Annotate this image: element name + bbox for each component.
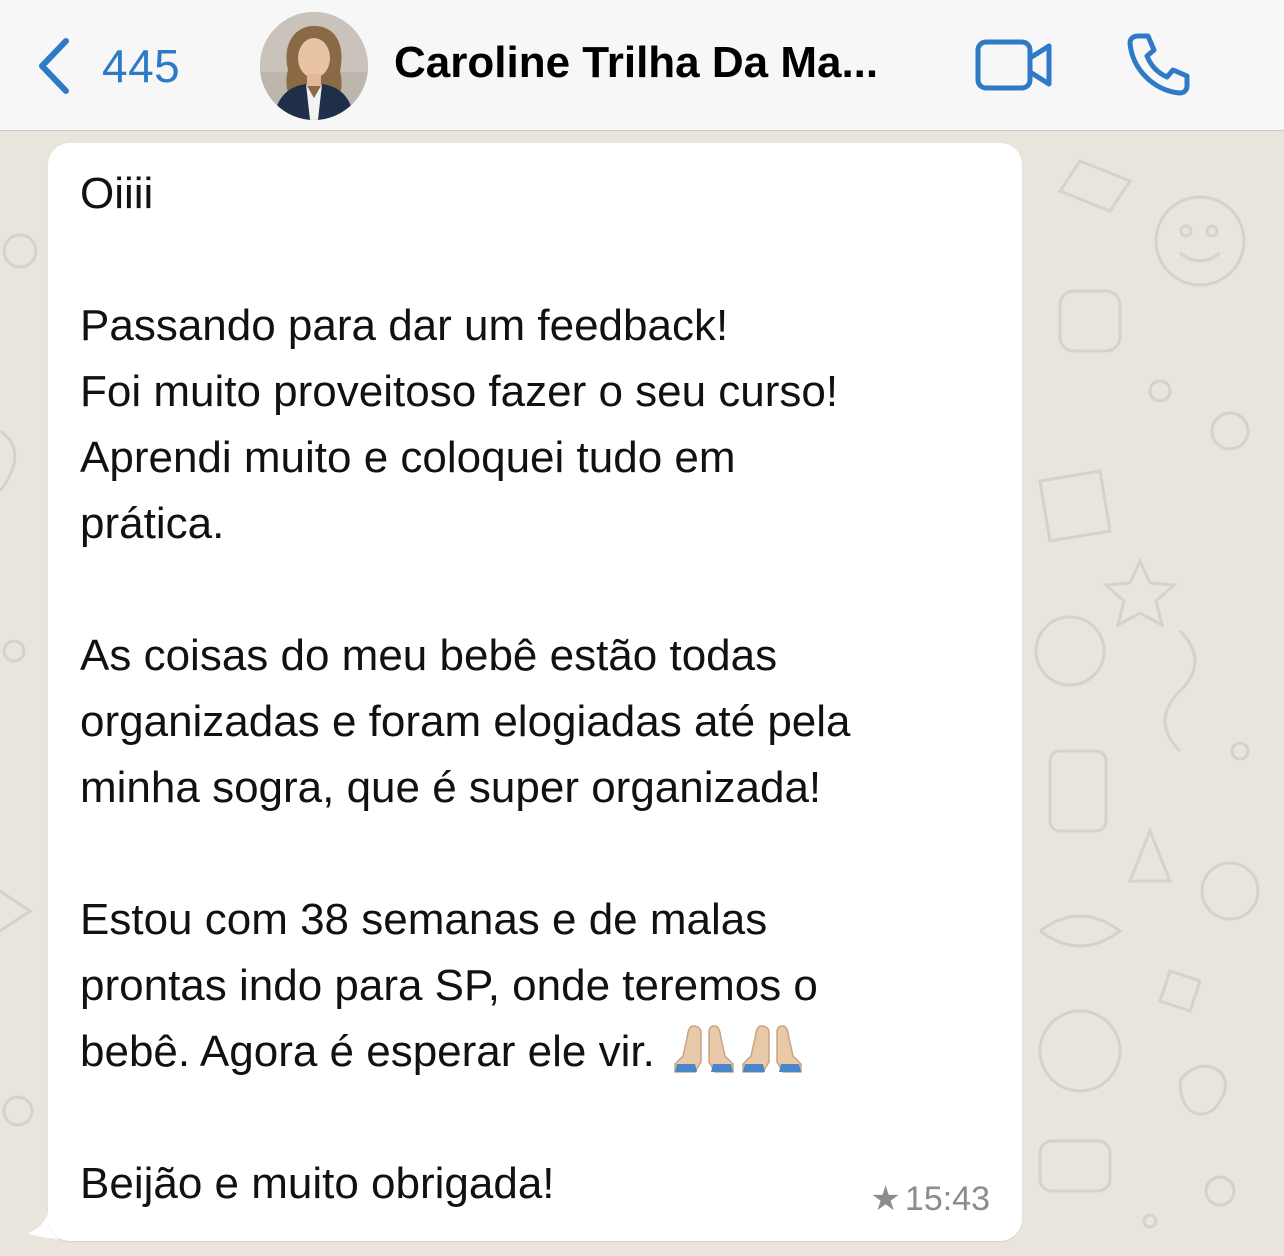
message-meta: ★ 15:43 <box>870 1179 990 1219</box>
message-block: As coisas do meu bebê estão todas organi… <box>80 631 851 812</box>
chevron-left-icon <box>36 35 72 97</box>
unread-count: 445 <box>102 40 181 92</box>
message-block: Beijão e muito obrigada! <box>80 1159 555 1208</box>
message-time: 15:43 <box>904 1179 990 1218</box>
message-block: Oiiii <box>80 169 154 218</box>
video-camera-icon <box>974 39 1054 98</box>
chat-header: 445 Caroline Trilha Da Ma... <box>0 0 1284 131</box>
back-button[interactable]: 445 <box>36 34 180 98</box>
contact-name[interactable]: Caroline Trilha Da Ma... <box>394 38 878 88</box>
video-call-button[interactable] <box>974 36 1054 99</box>
folded-hands-emoji <box>674 1025 734 1073</box>
star-icon: ★ <box>870 1180 901 1218</box>
chat-area[interactable]: Oiiii Passando para dar um feedback! Foi… <box>0 131 1284 1256</box>
message-bubble[interactable]: Oiiii Passando para dar um feedback! Foi… <box>48 143 1022 1241</box>
phone-icon <box>1124 33 1192 102</box>
voice-call-button[interactable] <box>1124 30 1192 103</box>
folded-hands-emoji <box>742 1025 802 1073</box>
contact-avatar[interactable] <box>260 12 368 120</box>
message-block: Passando para dar um feedback! Foi muito… <box>80 301 839 548</box>
message-text: Oiiii Passando para dar um feedback! Foi… <box>80 161 1000 1217</box>
